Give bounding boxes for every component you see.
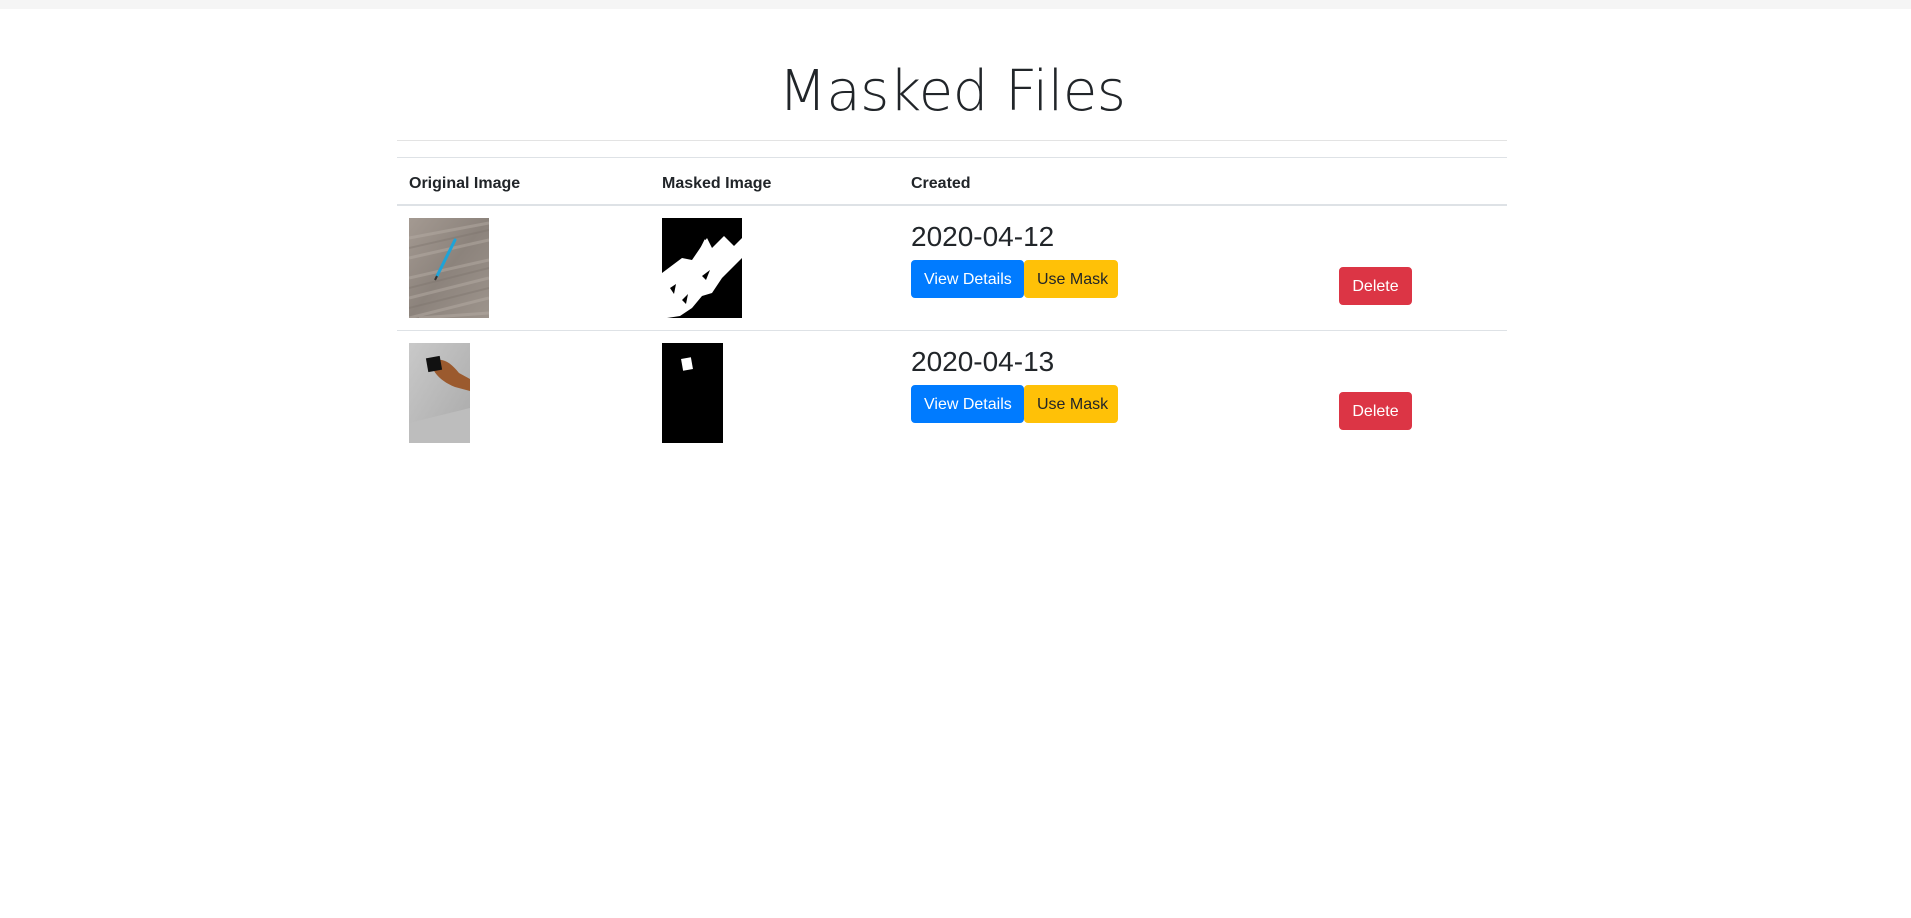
header-masked-image: Masked Image — [662, 175, 772, 192]
table-header: Original Image Masked Image Created — [397, 157, 1507, 206]
created-date: 2020-04-13 — [911, 346, 1055, 377]
use-mask-button[interactable]: Use Mask — [1024, 260, 1118, 298]
use-mask-button[interactable]: Use Mask — [1024, 385, 1118, 423]
original-image-thumbnail — [409, 343, 470, 443]
page-title: Masked Files — [778, 59, 1126, 124]
created-date: 2020-04-12 — [911, 221, 1055, 252]
top-bar — [0, 0, 1911, 9]
title-divider — [397, 140, 1507, 141]
original-image-thumbnail — [409, 218, 489, 318]
delete-button[interactable]: Delete — [1339, 392, 1412, 430]
table-row: 2020-04-13 View Details Use Mask Delete — [397, 331, 1507, 456]
table-row: 2020-04-12 View Details Use Mask Delete — [397, 206, 1507, 331]
header-created: Created — [911, 175, 971, 192]
view-details-button[interactable]: View Details — [911, 260, 1024, 298]
header-original-image: Original Image — [409, 175, 521, 192]
delete-button[interactable]: Delete — [1339, 267, 1412, 305]
masked-files-table: Original Image Masked Image Created 2020… — [397, 157, 1507, 456]
view-details-button[interactable]: View Details — [911, 385, 1024, 423]
masked-image-thumbnail — [662, 218, 742, 318]
masked-image-thumbnail — [662, 343, 723, 443]
